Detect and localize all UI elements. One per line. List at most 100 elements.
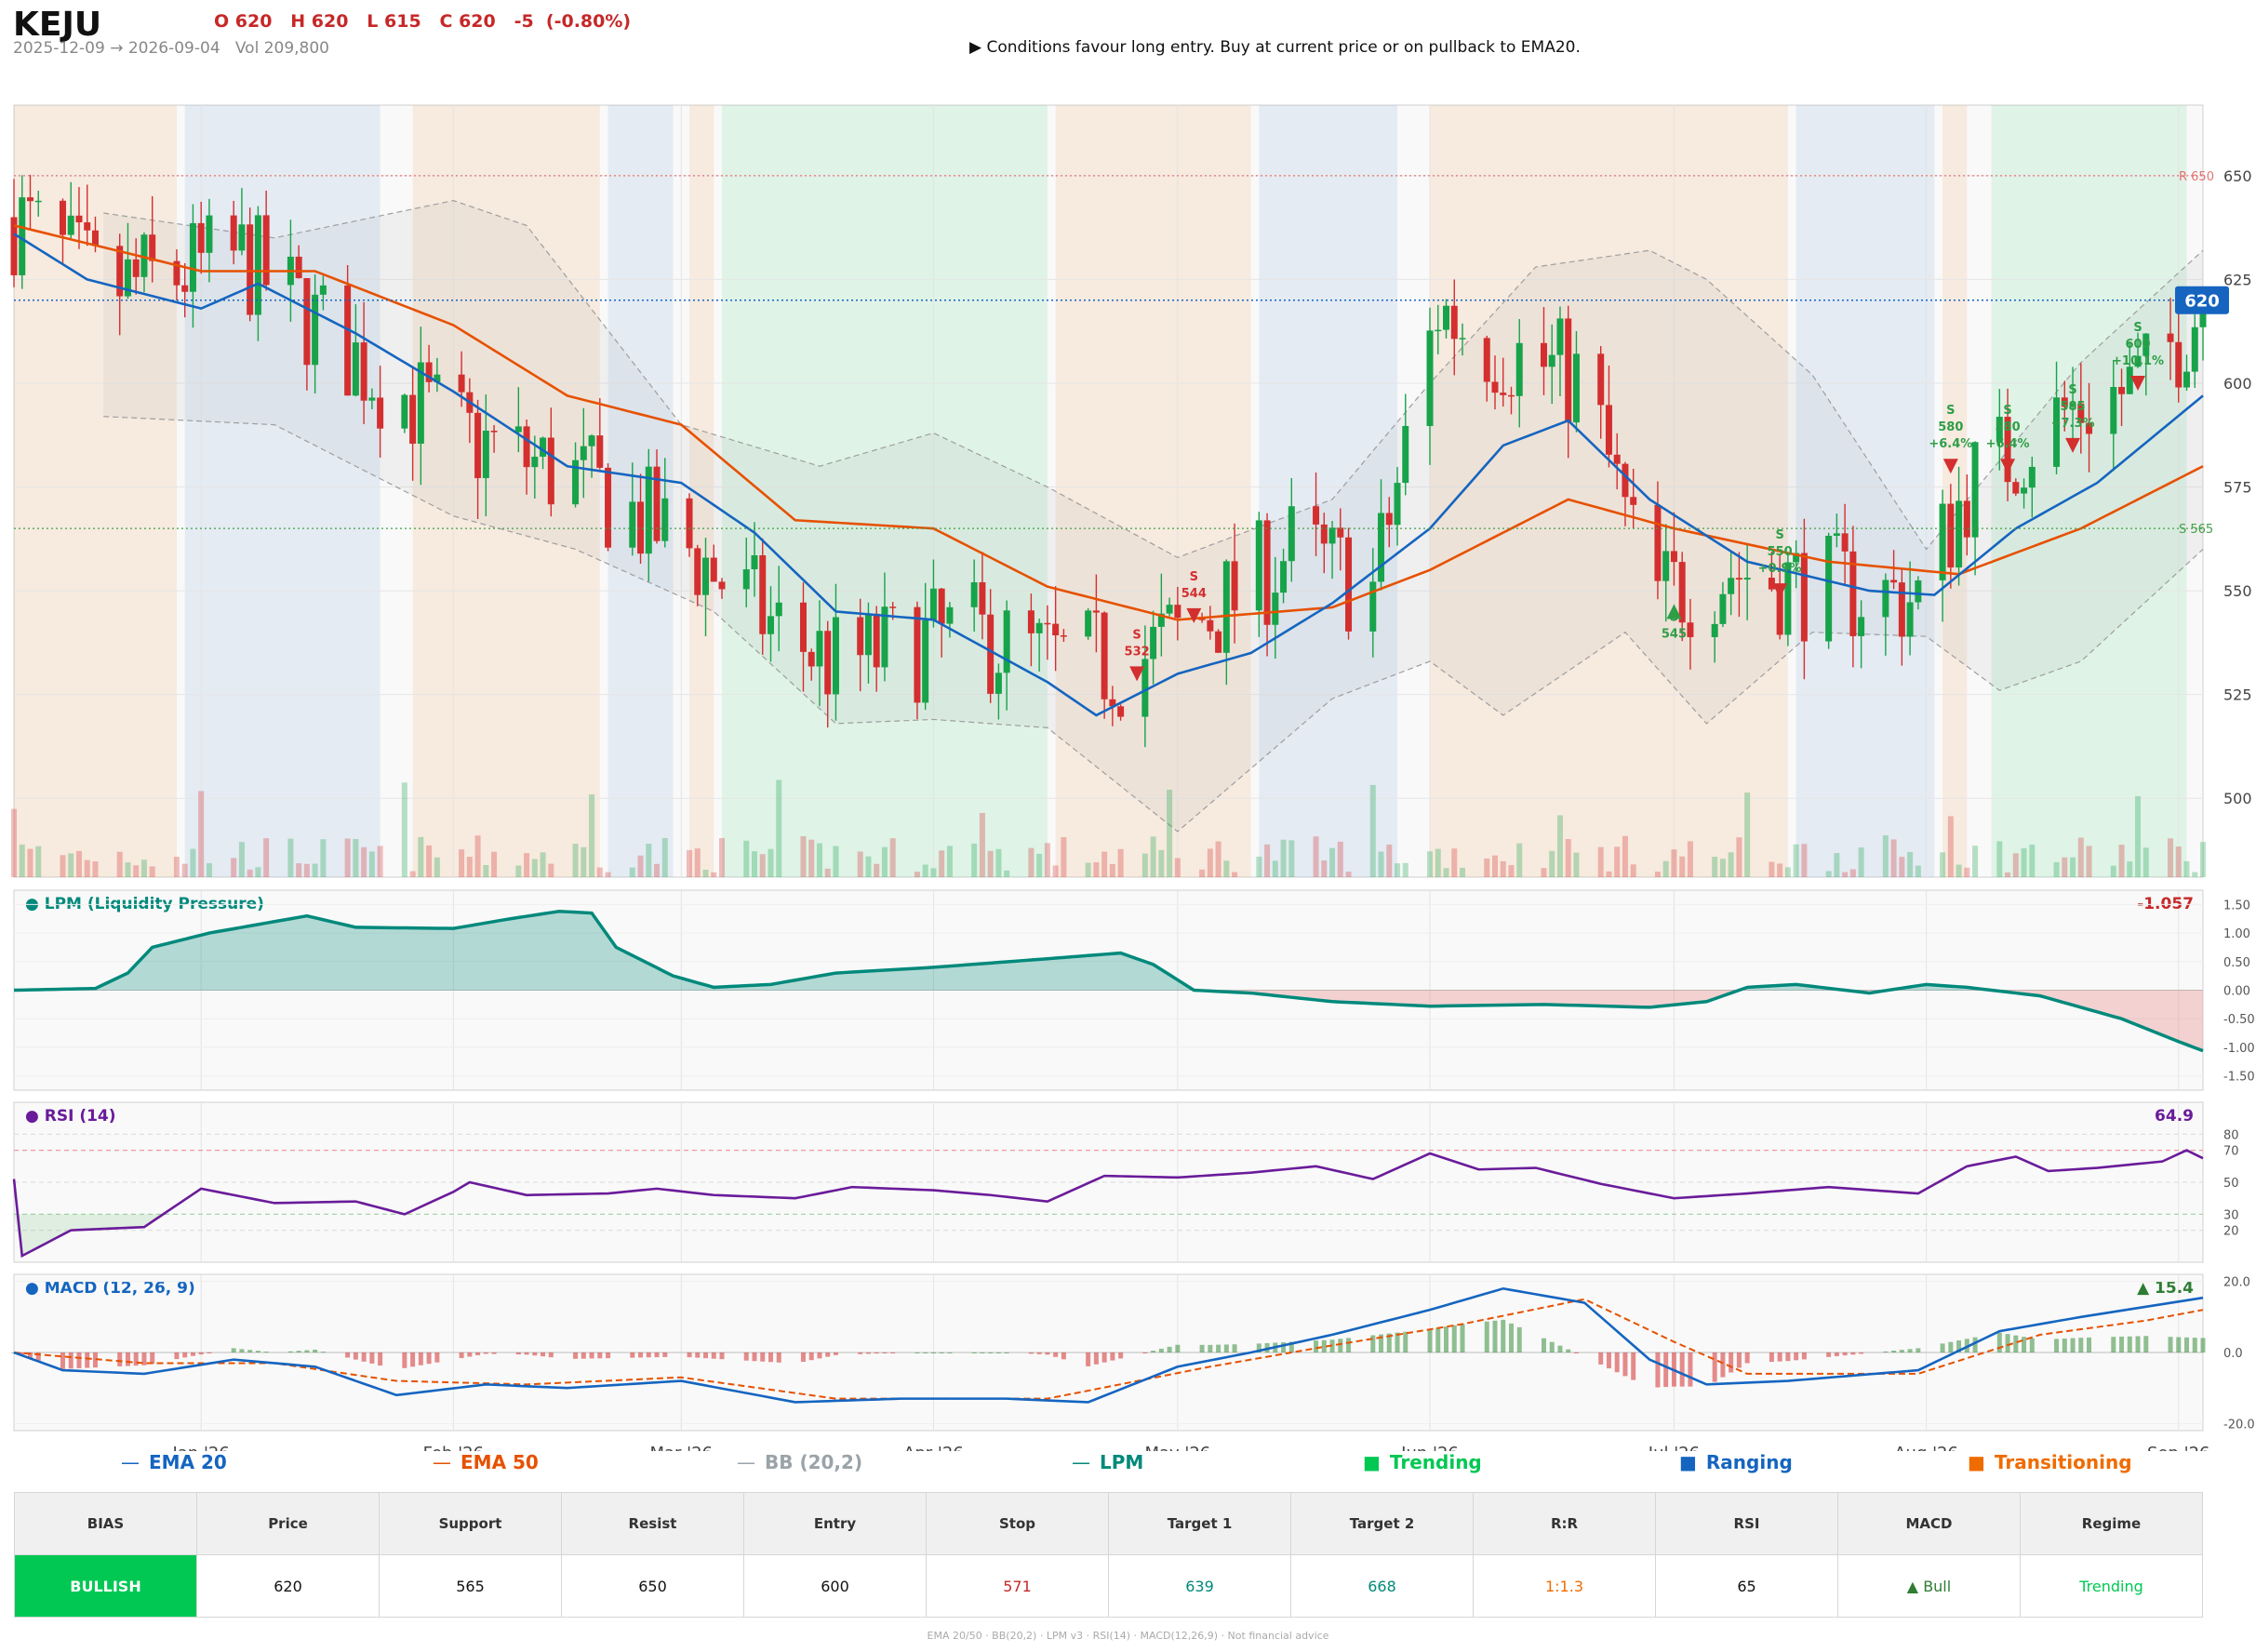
- macd-tick-label: -20.0: [2223, 1418, 2255, 1432]
- macd-histogram-bar: [2087, 1337, 2092, 1352]
- legend-trending-label: Trending: [1389, 1451, 1482, 1473]
- macd-histogram-bar: [1859, 1352, 1864, 1354]
- macd-histogram-bar: [971, 1352, 977, 1353]
- candle-body: [2191, 326, 2198, 372]
- candle-body: [718, 581, 726, 590]
- macd-histogram-bar: [2184, 1337, 2190, 1352]
- macd-histogram-bar: [630, 1352, 635, 1358]
- volume-bar: [361, 846, 367, 877]
- macd-histogram-bar: [483, 1352, 488, 1354]
- macd-histogram-bar: [1158, 1348, 1164, 1352]
- candle-body: [1337, 527, 1344, 538]
- summary-value-cell: 650: [561, 1554, 744, 1618]
- legend-ema50-label: EMA 50: [461, 1451, 539, 1473]
- macd-histogram-bar: [150, 1352, 155, 1365]
- candle-body: [1255, 520, 1262, 611]
- candle-body: [694, 548, 701, 595]
- volume-bar: [711, 872, 717, 877]
- bias-badge: BULLISH: [14, 1554, 197, 1618]
- macd-histogram-bar: [255, 1351, 260, 1352]
- trade-marker-label: S: [1775, 528, 1783, 542]
- volume-bar: [474, 835, 481, 877]
- volume-bar: [1158, 849, 1165, 877]
- trade-marker-label: 580: [1995, 420, 2020, 434]
- volume-bar: [987, 850, 994, 877]
- volume-bar: [418, 836, 424, 877]
- candle-body: [637, 501, 645, 554]
- macd-histogram-bar: [995, 1352, 1001, 1353]
- candle-body: [873, 613, 880, 668]
- macd-histogram-bar: [1794, 1352, 1799, 1361]
- candle-body: [319, 285, 327, 295]
- volume-bar: [1956, 864, 1962, 877]
- volume-bar: [1842, 872, 1849, 877]
- candle-body: [531, 456, 539, 468]
- volume-bar: [1256, 856, 1262, 877]
- candle-body: [2199, 312, 2207, 327]
- macd-histogram-bar: [491, 1352, 497, 1354]
- volume-bar: [320, 839, 327, 877]
- volume-bar: [11, 808, 17, 877]
- macd-histogram-bar: [190, 1352, 195, 1356]
- macd-histogram-bar: [296, 1351, 301, 1352]
- macd-histogram-bar: [1403, 1331, 1408, 1352]
- volume-bar: [68, 853, 74, 877]
- candle-body: [1044, 622, 1051, 625]
- candle-body: [914, 606, 921, 703]
- macd-histogram-bar: [1663, 1352, 1669, 1388]
- lpm-tick-label: 0.50: [2223, 956, 2250, 970]
- candle-body: [206, 215, 213, 253]
- candle-body: [458, 374, 465, 393]
- candle-body: [1971, 442, 1979, 538]
- ticker-symbol: KEJU: [13, 6, 102, 44]
- candle-body: [1678, 562, 1686, 623]
- macd-histogram-bar: [947, 1352, 953, 1353]
- candle-body: [1947, 503, 1955, 568]
- volume-bar: [776, 779, 782, 877]
- summary-value-cell: 1:1.3: [1473, 1554, 1656, 1618]
- summary-header-cell: MACD: [1837, 1492, 2021, 1555]
- last-price-label: 620: [2184, 292, 2220, 312]
- volume-bar: [922, 864, 928, 877]
- volume-bar: [759, 854, 766, 877]
- macd-histogram-bar: [1427, 1328, 1433, 1352]
- macd-histogram-bar: [76, 1352, 82, 1368]
- volume-bar: [702, 869, 709, 877]
- volume-bar: [1500, 860, 1506, 877]
- macd-histogram-bar: [1655, 1352, 1661, 1388]
- macd-histogram-bar: [1996, 1332, 2002, 1352]
- volume-bar: [149, 866, 155, 877]
- macd-histogram-bar: [1850, 1352, 1856, 1355]
- candle-body: [775, 602, 782, 617]
- candle-body: [1085, 610, 1092, 637]
- volume-bar: [1427, 851, 1434, 877]
- candle-body: [189, 222, 196, 292]
- trade-marker-label: 585: [2060, 400, 2085, 414]
- candle-body: [970, 581, 978, 607]
- candle-body: [1572, 353, 1580, 423]
- volume-bar: [1899, 857, 1905, 877]
- volume-bar: [1687, 841, 1693, 877]
- summary-header-cell: R:R: [1473, 1492, 1656, 1555]
- legend-lpm: — LPM: [1072, 1451, 1144, 1473]
- trade-marker-label: S: [2003, 404, 2011, 418]
- trade-marker-label: +10.1%: [2112, 354, 2164, 368]
- volume-bar: [1654, 872, 1661, 877]
- candle-body: [1378, 513, 1385, 582]
- candle-body: [352, 342, 359, 396]
- volume-bar: [1052, 865, 1059, 877]
- candle-body: [368, 397, 376, 401]
- candle-body: [1174, 605, 1181, 619]
- volume-bar: [466, 857, 473, 877]
- candle-body: [1101, 612, 1108, 699]
- candle-body: [1320, 524, 1328, 544]
- candle-body: [1719, 593, 1727, 624]
- candle-body: [1556, 318, 1564, 355]
- candle-body: [1166, 605, 1173, 614]
- candle-body: [1630, 497, 1637, 505]
- legend-ema20-label: EMA 20: [149, 1451, 227, 1473]
- macd-histogram-bar: [1744, 1352, 1750, 1364]
- chart-canvas: Jan '26 Feb '26 Mar '26 Apr '26 May '26 Jun '…: [10, 104, 2255, 1451]
- candle-body: [1548, 354, 1555, 367]
- volume-bar: [2053, 861, 2060, 877]
